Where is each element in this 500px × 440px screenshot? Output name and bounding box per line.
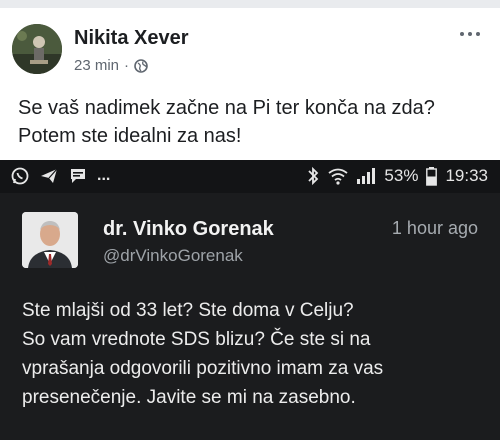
tweet-text-line: vprašanja odgovorili pozitivno imam za v…	[22, 358, 384, 379]
post-text-line: Potem ste idealni za nas!	[18, 125, 242, 147]
author-avatar[interactable]	[12, 24, 62, 74]
message-icon	[71, 169, 85, 183]
send-icon	[41, 168, 58, 183]
tweet-avatar[interactable]	[22, 212, 78, 268]
post-text: Se vaš nadimek začne na Pi ter konča na …	[18, 94, 488, 150]
tweet-text-line: Ste mlajši od 33 let? Ste doma v Celju?	[22, 300, 354, 321]
meta-separator: ·	[124, 57, 130, 74]
status-bar-left: ...	[10, 166, 110, 186]
ellipsis-icon	[460, 32, 464, 36]
globe-icon[interactable]	[134, 58, 148, 73]
ellipsis-icon	[476, 32, 480, 36]
bluetooth-icon	[308, 166, 319, 186]
wifi-icon	[328, 168, 348, 185]
top-divider	[0, 0, 500, 8]
clock: 19:33	[445, 166, 488, 185]
tweet-text-line: presenečenje. Javite se mi na zasebno.	[22, 387, 356, 408]
more-options-button[interactable]	[455, 26, 485, 42]
tweet-text: Ste mlajši od 33 let? Ste doma v Celju? …	[22, 296, 492, 412]
tweet-author-name[interactable]: dr. Vinko Gorenak	[103, 218, 274, 241]
battery-percent: 53%	[384, 166, 419, 185]
author-name[interactable]: Nikita Xever	[74, 27, 189, 50]
whatsapp-icon	[11, 167, 29, 185]
battery-icon	[426, 166, 438, 186]
status-bar: ... 53% 19:33	[0, 160, 500, 193]
post-time[interactable]: 23 min	[74, 57, 119, 74]
signal-icon	[357, 168, 376, 184]
ellipsis-icon	[468, 32, 472, 36]
post-text-line: Se vaš nadimek začne na Pi ter konča na …	[18, 97, 435, 119]
tweet-time: 1 hour ago	[391, 218, 478, 238]
tweet-text-line: So vam vrednote SDS blizu? Če ste si na	[22, 329, 371, 350]
more-notifications: ...	[97, 167, 111, 184]
post-meta: 23 min ·	[74, 57, 148, 74]
attached-screenshot[interactable]: ... 53% 19:33 dr. Vinko Gorenak @drVinko…	[0, 160, 500, 440]
tweet-author-handle[interactable]: @drVinkoGorenak	[103, 246, 243, 266]
status-bar-right: 53% 19:33	[306, 166, 488, 186]
